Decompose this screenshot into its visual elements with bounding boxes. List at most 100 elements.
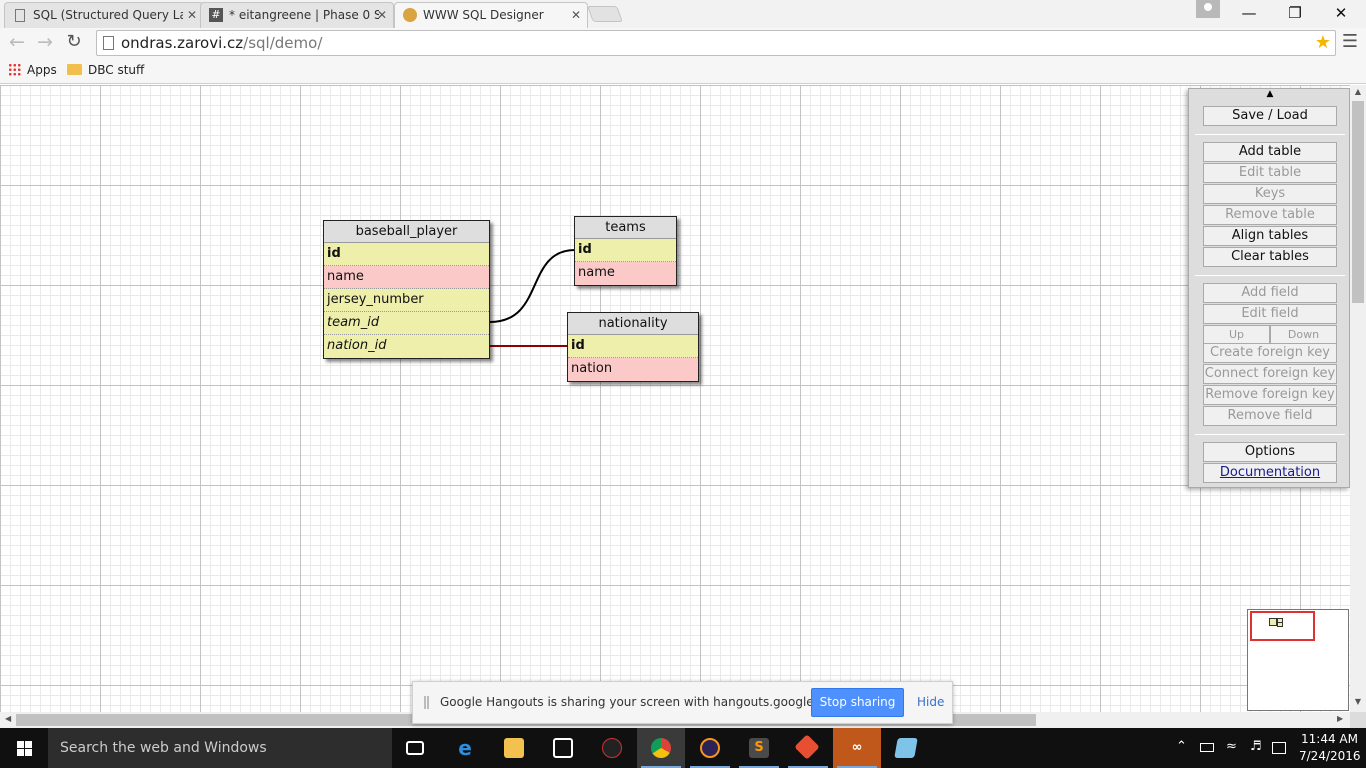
create-foreign-key-button[interactable]: Create foreign key (1203, 343, 1337, 363)
wifi-icon[interactable]: ≈ (1226, 739, 1237, 754)
add-table-button[interactable]: Add table (1203, 142, 1337, 162)
edit-field-button[interactable]: Edit field (1203, 304, 1337, 324)
taskbar-search-box[interactable]: Search the web and Windows (48, 728, 392, 768)
connect-foreign-key-button[interactable]: Connect foreign key (1203, 364, 1337, 384)
back-icon[interactable]: ← (5, 31, 29, 55)
sidebar-divider (1195, 134, 1345, 135)
field-row[interactable]: jersey_number (324, 289, 489, 312)
bookmarks-bar: Apps DBC stuff (0, 58, 1366, 84)
field-row[interactable]: nation (568, 358, 698, 381)
clear-tables-button[interactable]: Clear tables (1203, 247, 1337, 267)
collapse-sidebar-icon[interactable]: ▲ (1264, 89, 1276, 99)
bookmark-apps[interactable]: Apps (8, 62, 57, 78)
windows-taskbar: Search the web and Windows e S ∞ ⌃ ≈ ♬ 1… (0, 728, 1366, 768)
clock-time[interactable]: 11:44 AM (1301, 732, 1358, 746)
address-bar[interactable]: ondras.zarovi.cz/sql/demo/ ★ (96, 30, 1336, 56)
file-explorer-icon[interactable] (490, 728, 538, 768)
remove-foreign-key-button[interactable]: Remove foreign key (1203, 385, 1337, 405)
edit-table-button[interactable]: Edit table (1203, 163, 1337, 183)
remove-table-button[interactable]: Remove table (1203, 205, 1337, 225)
scroll-right-icon[interactable]: ▶ (1337, 714, 1343, 723)
reload-icon[interactable]: ↻ (62, 31, 86, 55)
browser-toolbar: ← → ↻ ondras.zarovi.cz/sql/demo/ ★ ☰ (0, 28, 1366, 58)
sublime-icon[interactable]: S (735, 728, 783, 768)
app-orange-icon[interactable]: ∞ (833, 728, 881, 768)
tab-slack[interactable]: # * eitangreene | Phase 0 Sl ✕ (200, 2, 394, 28)
minimap-table (1269, 618, 1277, 626)
table-teams[interactable]: teams id name (574, 216, 677, 286)
scrollbar-corner (1350, 712, 1366, 728)
new-tab-button[interactable] (587, 6, 623, 22)
close-tab-icon[interactable]: ✕ (571, 3, 581, 27)
clock-date[interactable]: 7/24/2016 (1299, 749, 1361, 763)
store-icon[interactable] (539, 728, 587, 768)
bookmark-label: Apps (27, 63, 57, 77)
close-tab-icon[interactable]: ✕ (187, 3, 197, 27)
show-hidden-icons-icon[interactable]: ⌃ (1176, 739, 1187, 754)
vertical-scrollbar[interactable]: ▲ ▼ (1350, 85, 1366, 712)
field-down-button[interactable]: Down (1270, 325, 1337, 345)
git-icon[interactable] (784, 728, 832, 768)
field-row[interactable]: team_id (324, 312, 489, 335)
designer-sidebar: ▲ Save / Load Add table Edit table Keys … (1188, 88, 1350, 488)
minimap-table (1277, 622, 1283, 627)
field-up-button[interactable]: Up (1203, 325, 1270, 345)
forward-icon[interactable]: → (33, 31, 57, 55)
eclipse-icon[interactable] (686, 728, 734, 768)
close-tab-icon[interactable]: ✕ (377, 3, 387, 27)
task-view-icon[interactable] (392, 728, 440, 768)
search-placeholder: Search the web and Windows (60, 740, 267, 756)
table-baseball-player[interactable]: baseball_player id name jersey_number te… (323, 220, 490, 359)
bookmark-star-icon[interactable]: ★ (1315, 32, 1331, 53)
save-load-button[interactable]: Save / Load (1203, 106, 1337, 126)
documentation-link[interactable]: Documentation (1203, 463, 1337, 483)
table-title[interactable]: baseball_player (324, 221, 489, 243)
sidebar-divider (1195, 434, 1345, 435)
restore-button[interactable]: ❐ (1272, 0, 1318, 28)
tab-sql-designer[interactable]: WWW SQL Designer ✕ (394, 2, 588, 28)
designer-canvas[interactable]: baseball_player id name jersey_number te… (0, 85, 1350, 712)
windows-start-button[interactable] (0, 728, 48, 768)
field-row[interactable]: id (575, 239, 676, 262)
chrome-menu-icon[interactable]: ☰ (1340, 31, 1360, 55)
bookmark-dbc-stuff[interactable]: DBC stuff (67, 62, 144, 78)
field-row[interactable]: nation_id (324, 335, 489, 358)
asus-icon[interactable] (588, 728, 636, 768)
close-window-button[interactable]: ✕ (1318, 0, 1364, 28)
remove-field-button[interactable]: Remove field (1203, 406, 1337, 426)
field-row[interactable]: id (324, 243, 489, 266)
options-button[interactable]: Options (1203, 442, 1337, 462)
profile-icon[interactable] (1196, 0, 1220, 18)
vertical-scroll-thumb[interactable] (1352, 101, 1364, 303)
page-info-icon[interactable] (103, 36, 114, 50)
folder-icon (67, 64, 82, 75)
apps-grid-icon (8, 63, 21, 76)
action-center-icon[interactable] (1272, 742, 1286, 754)
table-title[interactable]: teams (575, 217, 676, 239)
add-field-button[interactable]: Add field (1203, 283, 1337, 303)
field-row[interactable]: name (324, 266, 489, 289)
stop-sharing-button[interactable]: Stop sharing (811, 688, 904, 717)
scroll-down-icon[interactable]: ▼ (1350, 697, 1366, 706)
sharing-message: Google Hangouts is sharing your screen w… (440, 695, 847, 709)
edge-icon[interactable]: e (441, 728, 489, 768)
volume-icon[interactable]: ♬ (1250, 739, 1262, 754)
minimize-button[interactable]: — (1226, 0, 1272, 28)
hide-button[interactable]: Hide (917, 695, 944, 709)
chrome-icon[interactable] (637, 728, 685, 768)
table-title[interactable]: nationality (568, 313, 698, 335)
minimap[interactable] (1247, 609, 1349, 711)
relation-line-team[interactable] (489, 249, 576, 323)
battery-icon[interactable] (1200, 743, 1214, 752)
table-nationality[interactable]: nationality id nation (567, 312, 699, 382)
field-row[interactable]: name (575, 262, 676, 285)
keys-button[interactable]: Keys (1203, 184, 1337, 204)
tab-sql-wiki[interactable]: SQL (Structured Query Lan ✕ (4, 2, 204, 28)
align-tables-button[interactable]: Align tables (1203, 226, 1337, 246)
drag-handle-icon[interactable] (424, 696, 429, 709)
slack-hash-icon: # (209, 8, 223, 22)
scroll-left-icon[interactable]: ◀ (5, 714, 11, 723)
notes-icon[interactable] (882, 728, 930, 768)
field-row[interactable]: id (568, 335, 698, 358)
scroll-up-icon[interactable]: ▲ (1350, 87, 1366, 96)
